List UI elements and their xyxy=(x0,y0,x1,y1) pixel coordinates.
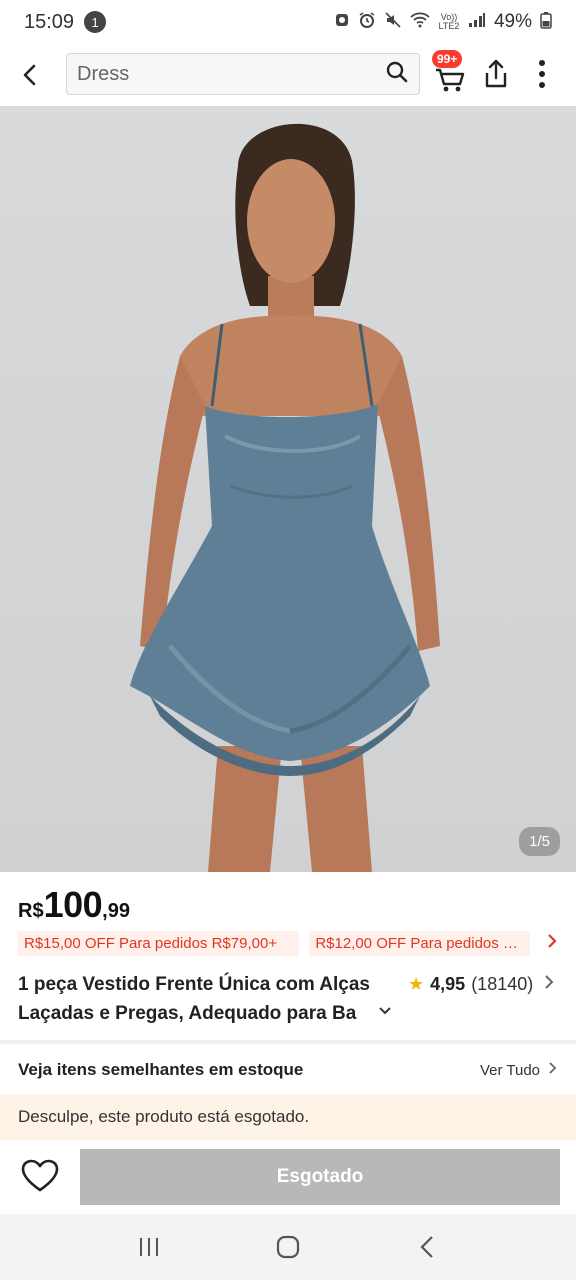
notification-count-badge: 1 xyxy=(84,11,107,33)
heart-icon xyxy=(21,1159,59,1192)
similar-items-title: Veja itens semelhantes em estoque xyxy=(18,1060,304,1079)
sold-out-notice: Desculpe, este produto está esgotado. xyxy=(0,1094,576,1140)
sold-out-notice-text: Desculpe, este produto está esgotado. xyxy=(18,1107,310,1126)
coupon-tag[interactable]: R$12,00 OFF Para pedidos R$... xyxy=(309,930,530,956)
search-icon[interactable] xyxy=(385,60,409,89)
home-button[interactable] xyxy=(268,1227,308,1267)
rating-count: (18140) xyxy=(471,974,534,994)
coupon-tag[interactable]: R$15,00 OFF Para pedidos R$79,00+ xyxy=(18,930,300,956)
back-nav-icon xyxy=(420,1236,433,1258)
price-decimal: ,99 xyxy=(102,900,130,922)
price-integer: 100 xyxy=(43,884,103,925)
share-button[interactable] xyxy=(478,54,514,94)
chevron-right-icon[interactable] xyxy=(544,974,554,995)
product-title[interactable]: 1 peça Vestido Frente Única com Alças La… xyxy=(18,970,398,1028)
back-button[interactable] xyxy=(0,45,60,105)
status-time: 15:09 xyxy=(24,10,75,33)
chevron-right-icon[interactable] xyxy=(548,1061,558,1080)
battery-level: 49% xyxy=(493,11,532,32)
more-options-button[interactable] xyxy=(526,54,558,94)
volte-icon: Vo)) LTE2 xyxy=(438,12,460,31)
sold-out-button[interactable]: Esgotado xyxy=(80,1149,560,1205)
coupon-list[interactable]: R$15,00 OFF Para pedidos R$79,00+ R$12,0… xyxy=(18,930,558,956)
more-icon xyxy=(539,60,545,88)
battery-icon xyxy=(540,11,552,34)
see-all-link[interactable]: Ver Tudo xyxy=(480,1062,540,1079)
chevron-down-icon[interactable] xyxy=(378,1004,392,1022)
alarm-icon xyxy=(358,11,376,34)
similar-items-header: Veja itens semelhantes em estoque Ver Tu… xyxy=(18,1060,558,1080)
system-navigation-bar xyxy=(0,1214,576,1280)
bottom-action-bar: Esgotado xyxy=(0,1140,576,1214)
mute-icon xyxy=(384,11,402,34)
signal-icon xyxy=(468,12,486,33)
back-icon xyxy=(23,64,36,86)
recent-apps-button[interactable] xyxy=(129,1227,169,1267)
price-currency: R$ xyxy=(18,900,44,922)
wifi-icon xyxy=(410,12,430,33)
rating-value: 4,95 xyxy=(430,974,466,994)
status-icons: Vo)) LTE2 49% xyxy=(334,11,552,34)
cloud-icon xyxy=(334,12,350,33)
cart-count-badge: 99+ xyxy=(432,50,463,68)
search-input[interactable]: Dress xyxy=(66,53,420,95)
price: R$ 100 ,99 xyxy=(18,884,130,926)
image-counter: 1/5 xyxy=(519,827,560,856)
wishlist-button[interactable] xyxy=(18,1156,62,1196)
star-icon: ★ xyxy=(408,974,425,994)
section-divider xyxy=(0,1040,576,1044)
product-photo xyxy=(130,123,440,872)
share-icon xyxy=(485,59,507,88)
back-nav-button[interactable] xyxy=(407,1227,447,1267)
recent-apps-icon xyxy=(140,1238,159,1256)
status-bar: 15:09 1 Vo)) LTE2 49% xyxy=(0,0,576,44)
search-input-value: Dress xyxy=(77,62,130,85)
product-rating[interactable]: ★ 4,95 (18140) xyxy=(408,974,533,995)
top-header: Dress 99+ xyxy=(0,44,576,106)
home-icon xyxy=(276,1235,300,1259)
product-image-carousel[interactable]: 1/5 xyxy=(0,106,576,872)
chevron-right-icon[interactable] xyxy=(546,933,558,954)
